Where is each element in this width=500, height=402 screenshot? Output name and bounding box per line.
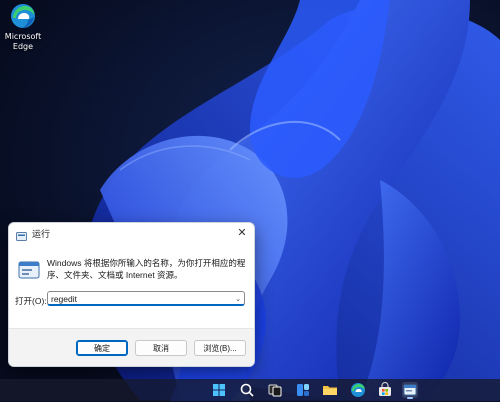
file-explorer-icon[interactable] <box>322 382 338 398</box>
run-app-icon <box>16 228 27 241</box>
dialog-title: 运行 <box>32 229 51 239</box>
start-icon[interactable] <box>211 382 227 398</box>
desktop-icon-edge[interactable]: Microsoft Edge <box>2 2 44 52</box>
open-input-value[interactable]: regedit <box>51 292 77 307</box>
run-window-icon <box>18 259 40 281</box>
task-view-icon[interactable] <box>267 382 283 398</box>
desktop-icon-label: Microsoft Edge <box>4 32 42 51</box>
open-label: 打开(O): <box>15 296 47 306</box>
chevron-down-icon[interactable]: ⌄ <box>235 292 241 307</box>
close-icon: ✕ <box>237 227 247 239</box>
open-combobox[interactable]: regedit ⌄ <box>47 291 245 306</box>
widgets-icon[interactable] <box>295 382 311 398</box>
ok-button[interactable]: 确定 <box>76 340 128 356</box>
run-dialog: 运行 ✕ Windows 将根据你所输入的名称，为你打开相应的程序、文件夹、文档… <box>8 222 255 367</box>
dialog-titlebar[interactable]: 运行 ✕ <box>9 223 254 243</box>
dialog-description: Windows 将根据你所输入的名称，为你打开相应的程序、文件夹、文档或 Int… <box>47 258 246 280</box>
close-button[interactable]: ✕ <box>232 224 252 242</box>
store-icon[interactable] <box>377 381 393 398</box>
dialog-footer: 确定 取消 浏览(B)... <box>9 328 254 366</box>
browse-button[interactable]: 浏览(B)... <box>194 340 246 356</box>
edge-icon <box>9 2 37 30</box>
run-taskbar-icon[interactable] <box>402 382 418 399</box>
edge-taskbar-icon[interactable] <box>350 382 366 398</box>
cancel-button[interactable]: 取消 <box>135 340 187 356</box>
taskbar <box>0 379 500 401</box>
search-icon[interactable] <box>239 382 255 398</box>
